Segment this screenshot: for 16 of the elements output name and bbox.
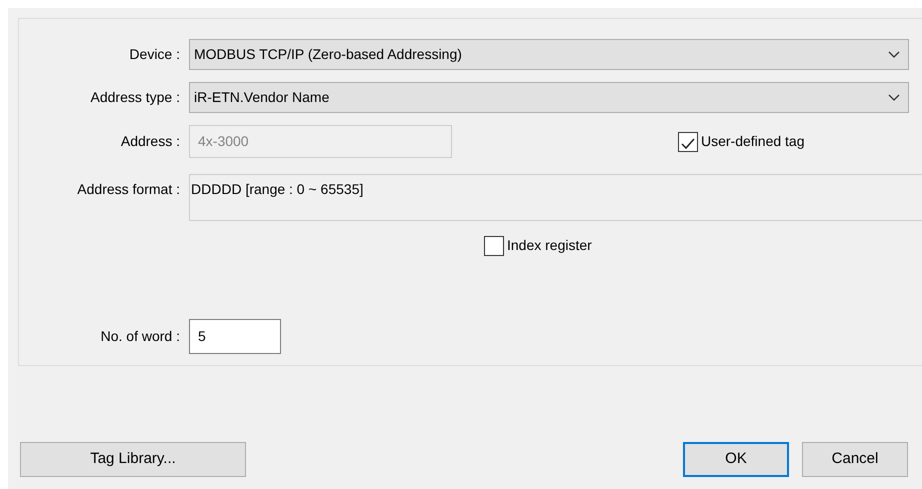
dialog-button[interactable]: Cancel bbox=[802, 442, 908, 477]
field-label: Address type : bbox=[90, 88, 181, 107]
chevron-down-icon bbox=[888, 50, 900, 58]
index-register-checkbox[interactable]: Index register bbox=[484, 235, 592, 256]
user-defined-tag-checkbox[interactable]: User-defined tag bbox=[678, 131, 805, 152]
field-label: Device : bbox=[128, 45, 181, 64]
field-label: Address format : bbox=[76, 180, 181, 199]
dialog-button[interactable]: Tag Library... bbox=[20, 442, 246, 477]
field-label: No. of word : bbox=[100, 327, 181, 346]
address-type-dropdown[interactable]: iR-ETN.Vendor Name bbox=[189, 82, 909, 113]
address-format-box: DDDDD [range : 0 ~ 65535] bbox=[189, 174, 922, 221]
field-label: Address : bbox=[120, 132, 181, 151]
device-dropdown[interactable]: MODBUS TCP/IP (Zero-based Addressing) bbox=[189, 39, 909, 70]
dialog-button[interactable]: OK bbox=[683, 442, 789, 477]
word-count-field[interactable]: 5 bbox=[189, 319, 281, 354]
chevron-down-icon bbox=[888, 94, 900, 102]
